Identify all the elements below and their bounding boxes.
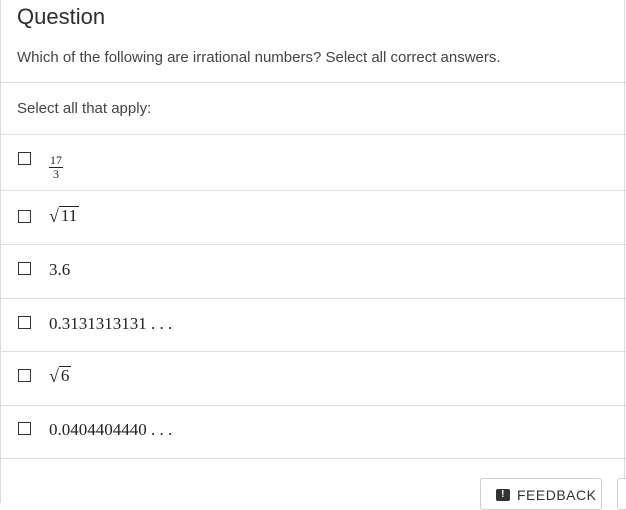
option-text: 0.0404404440 . . . xyxy=(49,420,173,439)
checkbox[interactable] xyxy=(18,152,31,165)
answer-option-2[interactable]: √ 11 xyxy=(1,191,626,245)
answer-option-5[interactable]: √ 6 xyxy=(1,352,626,406)
answer-option-6[interactable]: 0.0404404440 . . . xyxy=(1,406,626,460)
checkbox[interactable] xyxy=(18,422,31,435)
checkbox[interactable] xyxy=(18,210,31,223)
option-text: 0.3131313131 . . . xyxy=(49,314,173,333)
radical-sign-icon: √ xyxy=(49,206,59,226)
feedback-button[interactable]: ! FEEDBACK xyxy=(480,478,602,510)
answer-instruction: Select all that apply: xyxy=(17,100,152,117)
divider xyxy=(1,82,626,83)
checkbox[interactable] xyxy=(18,316,31,329)
option-text: 3.6 xyxy=(49,260,71,279)
radical-sign-icon: √ xyxy=(49,366,59,386)
radicand: 6 xyxy=(58,366,72,385)
edge-button[interactable] xyxy=(617,478,626,510)
answer-option-1[interactable]: 17 3 xyxy=(1,136,626,190)
divider xyxy=(1,134,626,135)
square-root: √ 6 xyxy=(49,366,72,386)
square-root: √ 11 xyxy=(49,206,80,226)
checkbox[interactable] xyxy=(18,262,31,275)
radicand: 11 xyxy=(58,206,80,225)
divider xyxy=(1,458,626,459)
page-title: Question xyxy=(17,4,106,29)
checkbox[interactable] xyxy=(18,369,31,382)
option-math: 17 3 xyxy=(49,149,63,181)
fraction-numerator: 17 xyxy=(49,153,63,168)
feedback-icon: ! xyxy=(496,489,510,501)
option-math: √ 6 xyxy=(49,366,72,387)
answer-option-3[interactable]: 3.6 xyxy=(1,245,626,299)
answer-option-4[interactable]: 0.3131313131 . . . xyxy=(1,299,626,353)
feedback-label: FEEDBACK xyxy=(517,487,597,503)
option-math: √ 11 xyxy=(49,206,80,227)
question-prompt: Which of the following are irrational nu… xyxy=(17,49,501,66)
fraction: 17 3 xyxy=(49,154,63,181)
fraction-denominator: 3 xyxy=(53,167,59,181)
question-panel: Question Which of the following are irra… xyxy=(0,0,626,503)
